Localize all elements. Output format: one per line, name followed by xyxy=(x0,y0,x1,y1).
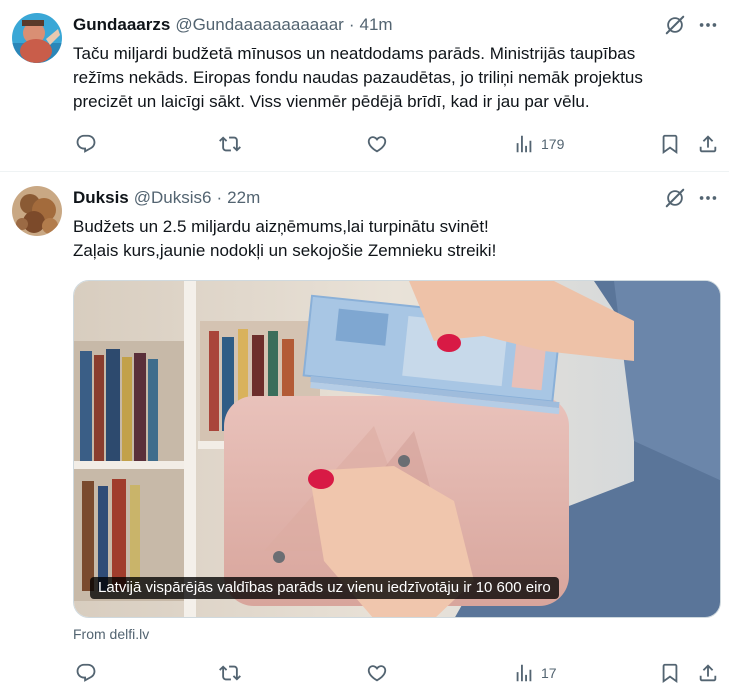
retweet-icon xyxy=(219,133,241,155)
tweet-text-line: Taču miljardi budžetā mīnusos un neatdod… xyxy=(73,44,636,63)
bookmark-icon xyxy=(659,662,681,684)
like-icon xyxy=(366,133,388,155)
tweet-text: Budžets un 2.5 miljardu aizņēmums,lai tu… xyxy=(73,215,719,263)
views-count: 179 xyxy=(541,136,565,152)
grok-icon[interactable] xyxy=(664,14,686,36)
user-handle[interactable]: @Gundaaaaaaaaaaar xyxy=(175,15,344,35)
share-button[interactable] xyxy=(697,132,719,156)
action-bar: 179 xyxy=(73,132,719,156)
more-icon[interactable] xyxy=(697,187,719,209)
bookmark-icon xyxy=(659,133,681,155)
retweet-icon xyxy=(219,662,241,684)
like-icon xyxy=(366,662,388,684)
card-caption: Latvijā vispārējās valdības parāds uz vi… xyxy=(90,577,559,599)
card-image xyxy=(74,281,720,617)
avatar[interactable] xyxy=(12,186,62,236)
tweet-text-line: precizēt un laicīgi sākt. Viss vienmēr p… xyxy=(73,92,590,111)
grok-icon[interactable] xyxy=(664,187,686,209)
separator-dot: · xyxy=(348,15,355,34)
avatar[interactable] xyxy=(12,13,62,63)
timestamp[interactable]: 41m xyxy=(360,15,393,35)
retweet-button[interactable] xyxy=(219,661,241,685)
views-icon xyxy=(513,662,535,684)
reply-icon xyxy=(75,662,97,684)
tweet[interactable]: Gundaaarzs @Gundaaaaaaaaaaar · 41m Taču … xyxy=(0,0,729,172)
retweet-button[interactable] xyxy=(219,132,241,156)
share-icon xyxy=(697,662,719,684)
like-button[interactable] xyxy=(366,132,388,156)
bookmark-button[interactable] xyxy=(659,132,681,156)
reply-icon xyxy=(75,133,97,155)
tweet-text-line: Budžets un 2.5 miljardu aizņēmums,lai tu… xyxy=(73,217,489,236)
timestamp[interactable]: 22m xyxy=(227,188,260,208)
link-card[interactable]: Latvijā vispārējās valdības parāds uz vi… xyxy=(73,280,721,618)
views-count: 17 xyxy=(541,665,557,681)
more-icon[interactable] xyxy=(697,14,719,36)
tweet-text-line: Zaļais kurs,jaunie nodokļi un sekojošie … xyxy=(73,241,497,260)
reply-button[interactable] xyxy=(75,661,97,685)
display-name[interactable]: Duksis xyxy=(73,188,129,208)
action-bar: 17 xyxy=(73,661,719,685)
share-button[interactable] xyxy=(697,661,719,685)
tweet-header: Duksis @Duksis6 · 22m xyxy=(73,187,260,209)
views-button[interactable]: 179 xyxy=(513,132,564,156)
tweet[interactable]: Duksis @Duksis6 · 22m Budžets un 2.5 mil… xyxy=(0,173,729,699)
card-source[interactable]: From delfi.lv xyxy=(73,626,149,642)
tweet-header: Gundaaarzs @Gundaaaaaaaaaaar · 41m xyxy=(73,14,393,36)
user-handle[interactable]: @Duksis6 xyxy=(134,188,212,208)
views-button[interactable]: 17 xyxy=(513,661,557,685)
display-name[interactable]: Gundaaarzs xyxy=(73,15,170,35)
tweet-text-line: režīms nekāds. Eiropas fondu naudas paza… xyxy=(73,68,643,87)
separator-dot: · xyxy=(216,188,223,207)
views-icon xyxy=(513,133,535,155)
bookmark-button[interactable] xyxy=(659,661,681,685)
reply-button[interactable] xyxy=(75,132,97,156)
like-button[interactable] xyxy=(366,661,388,685)
tweet-text: Taču miljardi budžetā mīnusos un neatdod… xyxy=(73,42,719,114)
share-icon xyxy=(697,133,719,155)
